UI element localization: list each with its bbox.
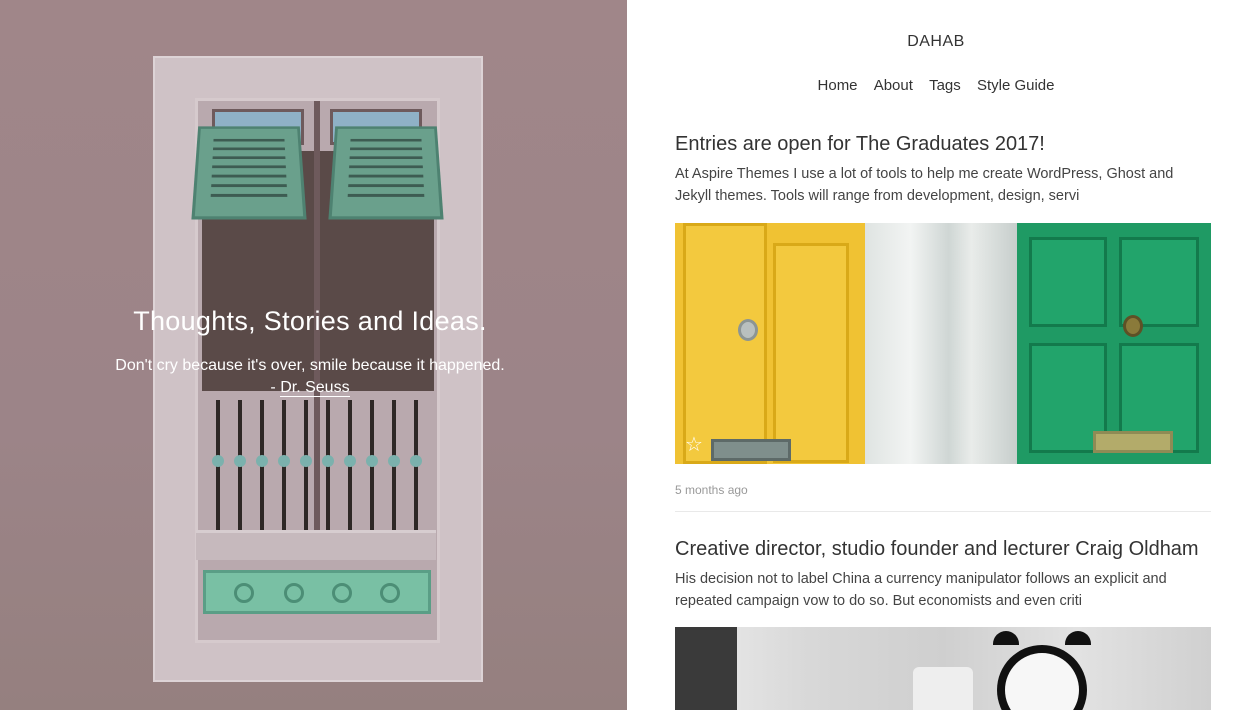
post-image[interactable]: 3 1 ☆ <box>675 223 1211 464</box>
wall <box>865 223 1017 464</box>
site-logo[interactable]: DAHAB <box>627 33 1245 51</box>
hero-text: Thoughts, Stories and Ideas. Don't cry b… <box>0 306 620 399</box>
hero-quote-author: - Dr. Seuss <box>270 379 350 397</box>
yellow-door: 3 1 <box>675 223 865 464</box>
shutter-left <box>191 126 307 220</box>
post-card: Entries are open for The Graduates 2017!… <box>675 131 1211 497</box>
nav-item-about[interactable]: About <box>874 77 913 94</box>
green-door <box>1017 223 1211 464</box>
post-title[interactable]: Entries are open for The Graduates 2017! <box>675 131 1211 157</box>
author-link[interactable]: Dr. Seuss <box>280 379 350 397</box>
nav-item-style-guide[interactable]: Style Guide <box>977 77 1055 94</box>
star-icon: ☆ <box>685 432 703 456</box>
plant-pot <box>913 667 973 710</box>
post-card: Creative director, studio founder and le… <box>675 536 1211 612</box>
window-bottom-panel <box>203 570 431 614</box>
shutter-right <box>328 126 444 220</box>
nav-item-home[interactable]: Home <box>818 77 858 94</box>
post-divider <box>675 511 1211 512</box>
main-nav: Home About Tags Style Guide <box>627 77 1245 94</box>
post-date: 5 months ago <box>675 483 748 497</box>
hero-quote: Don't cry because it's over, smile becau… <box>115 357 505 374</box>
post-title[interactable]: Creative director, studio founder and le… <box>675 536 1211 562</box>
post-excerpt: His decision not to label China a curren… <box>675 571 1167 609</box>
main-content: DAHAB Home About Tags Style Guide Entrie… <box>627 0 1245 710</box>
hero-title: Thoughts, Stories and Ideas. <box>133 306 487 336</box>
alarm-clock <box>997 645 1087 710</box>
post-excerpt: At Aspire Themes I use a lot of tools to… <box>675 166 1174 204</box>
hero-section: Thoughts, Stories and Ideas. Don't cry b… <box>0 0 627 710</box>
window-railing <box>206 400 428 530</box>
post-image[interactable] <box>675 627 1211 710</box>
nav-item-tags[interactable]: Tags <box>929 77 961 94</box>
